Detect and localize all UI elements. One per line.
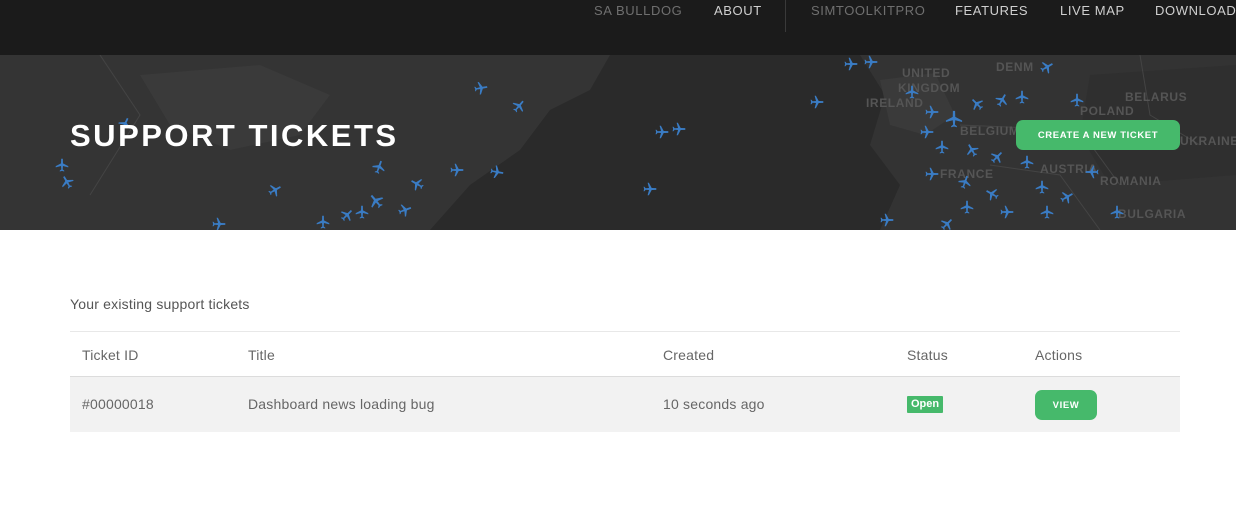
column-header-actions: Actions bbox=[1035, 347, 1083, 363]
status-badge: Open bbox=[907, 396, 944, 413]
airplane-icon bbox=[655, 125, 669, 139]
nav-item-sa-bulldog[interactable]: SA BULLDOG bbox=[594, 3, 682, 18]
table-row: #00000018 Dashboard news loading bug 10 … bbox=[70, 377, 1180, 432]
tickets-table: Ticket ID Title Created Status Actions #… bbox=[70, 331, 1180, 432]
ticket-id: #00000018 bbox=[82, 396, 154, 412]
ticket-created: 10 seconds ago bbox=[663, 396, 765, 412]
airplane-icon bbox=[672, 122, 686, 136]
map-label-romania: ROMANIA bbox=[1100, 174, 1162, 188]
map-label-belgium: BELGIUM bbox=[960, 124, 1020, 138]
column-header-ticket-id: Ticket ID bbox=[82, 347, 139, 363]
nav-item-live-map[interactable]: LIVE MAP bbox=[1060, 3, 1125, 18]
hero-banner: UNITED KINGDOM IRELAND DENM BELARUS POLA… bbox=[0, 55, 1236, 230]
nav-item-about[interactable]: ABOUT bbox=[714, 3, 762, 18]
create-ticket-button[interactable]: CREATE A NEW TICKET bbox=[1016, 120, 1180, 150]
nav-item-simtoolkitpro[interactable]: SIMTOOLKITPRO bbox=[811, 3, 925, 18]
view-ticket-button[interactable]: VIEW bbox=[1035, 390, 1097, 420]
map-label-bulgaria: BULGARIA bbox=[1118, 207, 1186, 221]
map-label-united: UNITED bbox=[902, 66, 950, 80]
map-label-belarus: BELARUS bbox=[1125, 90, 1187, 104]
column-header-status: Status bbox=[907, 347, 948, 363]
nav-item-download[interactable]: DOWNLOAD bbox=[1155, 3, 1236, 18]
ticket-title: Dashboard news loading bug bbox=[248, 396, 435, 412]
airplane-icon bbox=[810, 95, 824, 109]
column-header-created: Created bbox=[663, 347, 715, 363]
map-label-poland: POLAND bbox=[1080, 104, 1134, 118]
airplane-icon bbox=[844, 57, 858, 71]
column-header-title: Title bbox=[248, 347, 275, 363]
map-label-ireland: IRELAND bbox=[866, 96, 924, 110]
nav-divider bbox=[785, 0, 786, 32]
nav-item-features[interactable]: FEATURES bbox=[955, 3, 1028, 18]
tickets-intro-text: Your existing support tickets bbox=[70, 296, 250, 312]
airplane-icon bbox=[643, 182, 657, 196]
map-label-denm: DENM bbox=[996, 60, 1034, 74]
map-label-ukraine: UKRAINE bbox=[1180, 134, 1236, 148]
map-label-austria: AUSTRIA bbox=[1040, 162, 1098, 176]
page-title: SUPPORT TICKETS bbox=[70, 118, 399, 153]
top-navigation: SA BULLDOG ABOUT SIMTOOLKITPRO FEATURES … bbox=[0, 0, 1236, 55]
table-header: Ticket ID Title Created Status Actions bbox=[70, 331, 1180, 377]
